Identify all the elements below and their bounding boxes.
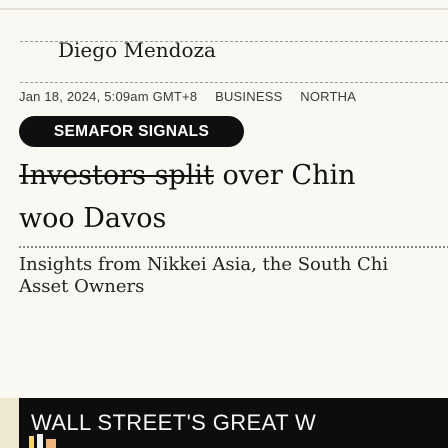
subhead-line-1: Insights from Nikkei Asia, the South Chi (19, 254, 389, 275)
signals-tag[interactable]: SEMAFOR SIGNALS (19, 116, 244, 147)
publish-date: Jan 18, 2024, 5:09am GMT+8 (19, 89, 198, 104)
feature-banner[interactable]: WALL STREET'S GREAT W (0, 398, 448, 448)
subhead-line-2: Asset Owners (19, 276, 145, 297)
dotted-divider (19, 246, 448, 248)
headline-rest-text: over Chin (213, 160, 356, 191)
headline-struck-text: Investors split (19, 160, 214, 191)
top-rule (0, 8, 448, 10)
headline-line-1: Investors split over Chin (19, 154, 448, 197)
banner-art-icon (29, 434, 56, 448)
banner-title: WALL STREET'S GREAT W (31, 410, 317, 435)
section-link[interactable]: BUSINESS (215, 89, 282, 104)
headline: Investors split over Chin woo Davos (19, 154, 448, 240)
region-link[interactable]: NORTHA (300, 89, 356, 104)
dateline: Jan 18, 2024, 5:09am GMT+8 BUSINESS NORT… (19, 89, 370, 104)
headline-line-2: woo Davos (19, 203, 167, 234)
banner-panel: WALL STREET'S GREAT W (19, 398, 448, 448)
author-name[interactable]: Diego Mendoza (58, 38, 216, 62)
subhead: Insights from Nikkei Asia, the South Chi… (19, 254, 448, 298)
